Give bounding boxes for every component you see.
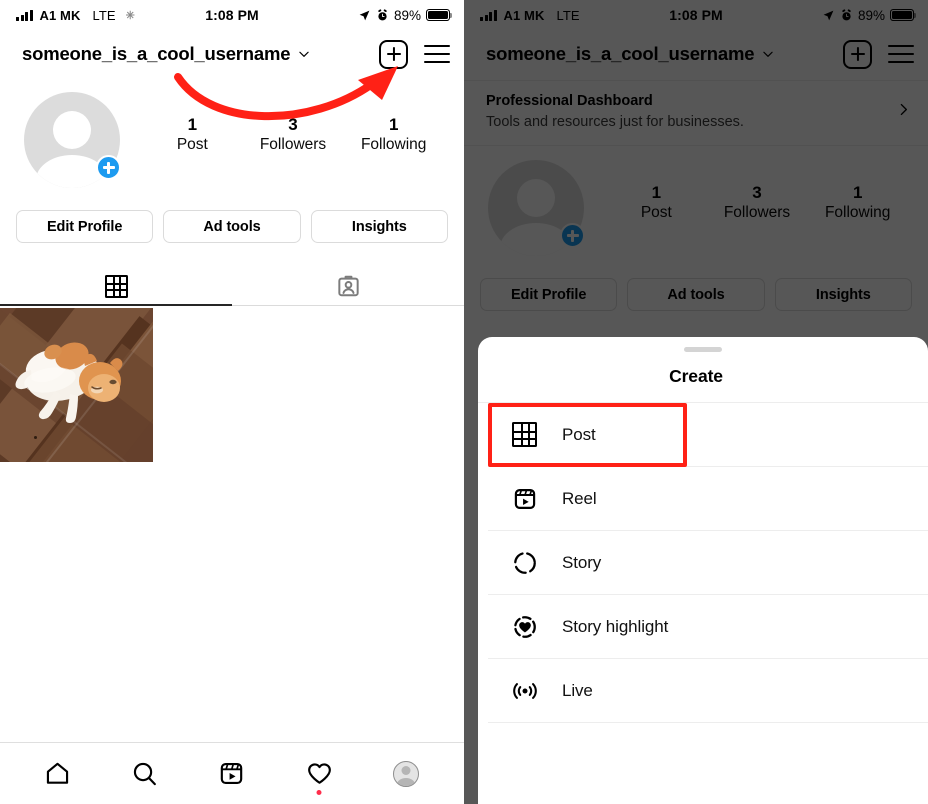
plus-square-icon[interactable] (379, 39, 408, 69)
nav-search[interactable] (119, 751, 171, 797)
stat-value: 1 (388, 115, 399, 134)
status-bar: A1 MK LTE ✳ 1:08 PM 89% (0, 0, 464, 30)
stat-label: Post (176, 136, 208, 154)
header-actions (379, 39, 450, 69)
search-icon (134, 762, 157, 786)
create-item-label: Reel (562, 488, 597, 508)
hamburger-menu-icon[interactable] (424, 44, 450, 64)
nav-activity[interactable] (293, 751, 345, 797)
story-icon (512, 550, 546, 576)
stat-label: Following (360, 136, 427, 154)
location-arrow-icon (359, 10, 370, 20)
ad-tools-button[interactable]: Ad tools (163, 210, 301, 243)
stat-followers[interactable]: 3 Followers (243, 114, 344, 156)
status-bar-right: 89% (358, 7, 453, 23)
network-label: LTE (92, 7, 116, 23)
right-panel-create-sheet: A1 MK LTE 1:08 PM 89% someone_is_a_cool_ (464, 0, 928, 804)
grid-empty-cell (310, 308, 464, 462)
battery-full-icon (426, 9, 453, 21)
reel-icon (512, 486, 546, 512)
create-sheet-title: Create (669, 366, 723, 386)
create-item-live[interactable]: Live (488, 659, 928, 723)
insights-button[interactable]: Insights (310, 210, 448, 243)
bottom-navigation-bar (0, 742, 464, 804)
create-item-post[interactable]: Post (488, 403, 928, 467)
stat-label: Followers (259, 136, 327, 154)
profile-stats: 1 Post 3 Followers 1 Following (142, 92, 444, 156)
stat-value: 1 (187, 115, 198, 134)
status-bar-left: A1 MK LTE ✳ (16, 8, 135, 23)
grid-icon (104, 274, 128, 298)
home-icon (46, 762, 69, 784)
nav-home[interactable] (32, 751, 84, 797)
profile-action-buttons: Edit Profile Ad tools Insights (0, 188, 464, 243)
battery-percent-label: 89% (393, 7, 421, 23)
create-bottom-sheet: Create Post Reel Story Story highlight L… (478, 337, 928, 804)
create-item-label: Live (562, 680, 593, 700)
sparkle-icon: ✳ (125, 9, 135, 22)
profile-tabs (0, 267, 464, 305)
tab-indicator (0, 304, 464, 306)
left-panel-profile-screen: A1 MK LTE ✳ 1:08 PM 89% someone_is_a_coo… (0, 0, 464, 804)
username-title[interactable]: someone_is_a_cool_username (22, 43, 291, 65)
nav-profile[interactable] (380, 751, 432, 797)
stat-following[interactable]: 1 Following (343, 114, 444, 156)
notification-badge-dot (316, 789, 322, 795)
create-sheet-list: Post Reel Story Story highlight Live (478, 402, 928, 723)
edit-profile-button[interactable]: Edit Profile (16, 210, 154, 243)
alarm-clock-icon (378, 8, 387, 20)
create-item-story-highlight[interactable]: Story highlight (488, 595, 928, 659)
profile-header: someone_is_a_cool_username (0, 30, 464, 78)
chevron-down-icon[interactable] (297, 47, 311, 61)
story-highlight-icon (512, 614, 546, 640)
grid-icon (512, 422, 546, 447)
posts-grid (0, 308, 464, 462)
heart-icon (307, 763, 331, 784)
profile-summary: 1 Post 3 Followers 1 Following (0, 78, 464, 188)
tab-grid[interactable] (0, 267, 232, 305)
create-item-reel[interactable]: Reel (488, 467, 928, 531)
stat-posts[interactable]: 1 Post (142, 114, 243, 156)
signal-bars-icon (16, 9, 33, 21)
reels-icon (221, 762, 243, 785)
tagged-person-icon (337, 275, 359, 296)
nav-reels[interactable] (206, 751, 258, 797)
stat-value: 3 (288, 115, 298, 134)
profile-avatar-icon (393, 760, 420, 787)
create-item-label: Story (562, 552, 602, 572)
avatar[interactable] (24, 92, 121, 188)
create-item-label: Post (562, 424, 596, 444)
live-icon (512, 678, 546, 704)
plus-badge-icon[interactable] (96, 155, 121, 180)
cat-lying-on-wooden-floor (0, 308, 154, 462)
screenshot-root: A1 MK LTE ✳ 1:08 PM 89% someone_is_a_coo… (0, 0, 928, 804)
create-item-label: Story highlight (562, 616, 669, 636)
tab-tagged[interactable] (232, 267, 464, 305)
grid-empty-cell (155, 308, 309, 462)
grid-post-thumbnail[interactable] (0, 308, 154, 462)
create-item-story[interactable]: Story (488, 531, 928, 595)
carrier-label: A1 MK (39, 7, 81, 23)
